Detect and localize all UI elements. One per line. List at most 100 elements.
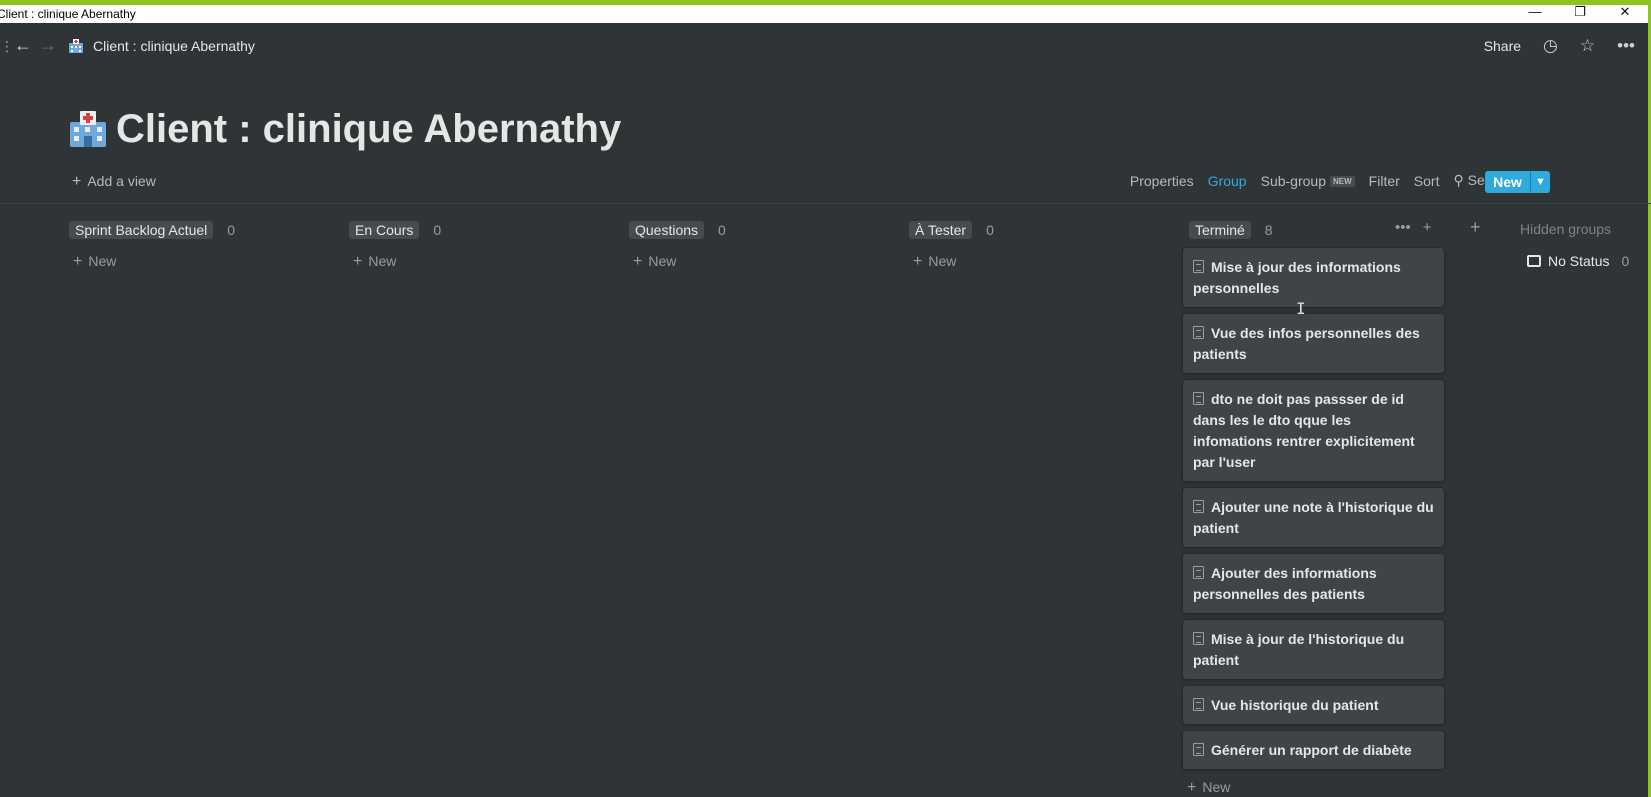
board-card[interactable]: dto ne doit pas passser de id dans les l… (1183, 380, 1444, 481)
window-title: Client : clinique Abernathy (0, 7, 136, 21)
chevron-down-icon[interactable]: ▼ (1531, 171, 1550, 193)
divider (0, 203, 1651, 204)
card-list: Mise à jour des informations personnelle… (1183, 248, 1444, 797)
column-tag[interactable]: Terminé (1189, 221, 1251, 239)
page-title[interactable]: Client : clinique Abernathy (116, 107, 621, 152)
add-card-label: New (88, 253, 117, 269)
board-card[interactable]: Mise à jour de l'historique du patient (1183, 620, 1444, 679)
no-status-count: 0 (1621, 253, 1630, 269)
back-arrow-icon[interactable]: ← (14, 35, 32, 56)
page-icon (1193, 632, 1204, 645)
column-tools: ••• + (1395, 219, 1432, 236)
hidden-groups-label: Hidden groups (1520, 221, 1612, 237)
card-title: Ajouter des informations personnelles de… (1193, 565, 1377, 602)
card-title: Vue des infos personnelles des patients (1193, 325, 1420, 362)
minimize-button[interactable]: — (1520, 5, 1550, 23)
board-card[interactable]: Générer un rapport de diabète (1183, 731, 1444, 769)
column-tag[interactable]: À Tester (909, 221, 973, 239)
page-icon (1193, 326, 1204, 339)
add-view-button[interactable]: + Add a view (72, 173, 156, 191)
more-icon[interactable]: ••• (1617, 36, 1635, 56)
column-count: 0 (227, 222, 236, 238)
add-card-label: New (648, 253, 677, 269)
close-button[interactable]: ✕ (1610, 5, 1640, 23)
page-icon (1193, 392, 1204, 405)
share-button[interactable]: Share (1484, 38, 1521, 54)
restore-button[interactable]: ❐ (1565, 5, 1595, 23)
new-badge: NEW (1330, 176, 1355, 188)
add-card-label: New (928, 253, 957, 269)
card-title: Vue historique du patient (1211, 697, 1379, 713)
subgroup-button[interactable]: Sub-group NEW (1261, 173, 1355, 189)
board-column: En Cours 0 + New (349, 219, 441, 271)
hospital-icon (70, 111, 106, 147)
page-icon (1193, 743, 1204, 756)
add-card-label: New (368, 253, 397, 269)
plus-icon: + (353, 253, 363, 270)
new-label: New (1485, 171, 1531, 193)
hidden-group-no-status[interactable]: No Status 0 (1527, 253, 1629, 269)
plus-icon: + (72, 173, 82, 190)
sort-button[interactable]: Sort (1414, 173, 1440, 189)
plus-icon: + (1187, 779, 1197, 796)
board-card[interactable]: Vue des infos personnelles des patients (1183, 314, 1444, 373)
add-view-label: Add a view (87, 173, 156, 189)
card-title: dto ne doit pas passser de id dans les l… (1193, 391, 1415, 470)
page-icon (1193, 698, 1204, 711)
board-column: Terminé 8 (1189, 219, 1273, 241)
board-card[interactable]: Ajouter des informations personnelles de… (1183, 554, 1444, 613)
new-record-button[interactable]: New ▼ (1485, 171, 1550, 193)
filter-button[interactable]: Filter (1369, 173, 1400, 189)
hospital-icon (69, 39, 83, 53)
plus-icon: + (913, 253, 923, 270)
column-add-icon[interactable]: + (1423, 219, 1432, 236)
view-toolbar: + Add a view Properties Group Sub-group NE… (0, 168, 1651, 196)
history-icon[interactable]: ◷ (1543, 36, 1558, 56)
add-card-button[interactable]: + New (69, 253, 235, 271)
board-card[interactable]: Ajouter une note à l'historique du patie… (1183, 488, 1444, 547)
topbar-actions: Share ◷ ☆ ••• (1484, 35, 1635, 57)
column-tag[interactable]: En Cours (349, 221, 420, 239)
page-header: Client : clinique Abernathy (68, 104, 621, 154)
sidebar-toggle-icon[interactable]: ⋮ (0, 38, 14, 55)
properties-button[interactable]: Properties (1130, 173, 1194, 189)
add-card-button[interactable]: + New (909, 253, 994, 271)
plus-icon: + (73, 253, 83, 270)
column-count: 0 (986, 222, 994, 238)
card-title: Mise à jour des informations personnelle… (1193, 259, 1401, 296)
add-card-button[interactable]: + New (349, 253, 441, 271)
group-button[interactable]: Group (1208, 173, 1247, 189)
add-group-icon[interactable]: + (1470, 217, 1481, 238)
window-titlebar: Client : clinique Abernathy — ❐ ✕ (0, 5, 1651, 23)
column-tag[interactable]: Questions (629, 221, 705, 239)
board-card[interactable]: Mise à jour des informations personnelle… (1183, 248, 1444, 307)
column-count: 8 (1264, 222, 1273, 238)
star-icon[interactable]: ☆ (1580, 36, 1595, 56)
add-card-button[interactable]: + New (629, 253, 726, 271)
card-title: Générer un rapport de diabète (1211, 742, 1412, 758)
forward-arrow-icon[interactable]: → (39, 35, 57, 56)
column-tag[interactable]: Sprint Backlog Actuel (69, 221, 214, 239)
plus-icon: + (633, 253, 643, 270)
board-column: Questions 0 + New (629, 219, 726, 271)
add-card-label: New (1202, 779, 1231, 795)
breadcrumb[interactable]: Client : clinique Abernathy (93, 38, 255, 54)
board-column: À Tester 0 + New (909, 219, 994, 271)
text-cursor-icon: I (1296, 299, 1306, 318)
column-count: 0 (718, 222, 726, 238)
board-column: Sprint Backlog Actuel 0 + New (69, 219, 235, 271)
topbar: ⋮ ← → Client : clinique Abernathy Share … (0, 30, 1651, 62)
search-icon: ⚲ (1453, 172, 1464, 188)
subgroup-label: Sub-group (1260, 172, 1326, 189)
card-title: Ajouter une note à l'historique du patie… (1193, 499, 1434, 536)
board-card[interactable]: Vue historique du patient (1183, 686, 1444, 724)
column-more-icon[interactable]: ••• (1395, 219, 1411, 236)
card-title: Mise à jour de l'historique du patient (1193, 631, 1405, 668)
view-tools: Properties Group Sub-group NEW Filter Sor… (1130, 172, 1540, 189)
page-icon (1193, 566, 1204, 579)
add-card-button[interactable]: + New (1183, 779, 1444, 797)
inbox-icon (1527, 255, 1541, 267)
no-status-label: No Status (1548, 253, 1610, 269)
page-icon (1193, 260, 1204, 273)
page-icon (1193, 500, 1204, 513)
